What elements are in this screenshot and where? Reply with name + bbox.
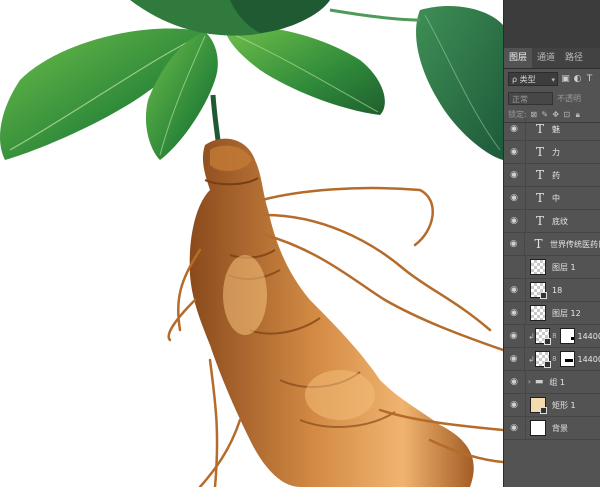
adjustment-filter-icon[interactable]: ◐ [573,74,582,84]
layer-name: 矩形 1 [552,400,576,410]
layer-name: 药 [552,170,560,180]
layer-row[interactable]: ◉ T 底纹 [504,209,600,233]
eye-icon[interactable]: ◉ [509,400,519,410]
layer-row[interactable]: ◉ ↲ 8 14400 [504,347,600,371]
eye-icon[interactable]: ◉ [509,331,518,341]
layer-name: 图层 12 [552,308,581,318]
smart-object-badge-icon [544,361,552,368]
layer-name: 世界传统医药日 [549,239,600,249]
layer-row[interactable]: ◉ T 中 [504,186,600,210]
layer-name: 14400 [577,331,600,341]
ginseng-illustration [0,0,503,487]
tab-channels[interactable]: 通道 [532,48,560,68]
layer-row[interactable]: ◉ 背景 [504,416,600,440]
opacity-label: 不透明 [557,93,581,103]
layer-name: 中 [552,193,560,203]
clipping-arrow-icon: ↲ [528,331,535,341]
layer-row[interactable]: ◉ T 魅 [504,117,600,141]
link-icon[interactable]: 8 [552,332,556,340]
shape-badge-icon [540,407,547,414]
link-icon[interactable]: 8 [552,355,556,363]
chevron-down-icon: ▾ [551,76,555,84]
layers-panel: 图层 通道 路径 ρ 类型 ▾ ▣ ◐ T 正常 不透明 锁定: ⊠ ✎ ✥ ⊡… [503,0,600,487]
eye-hidden-icon[interactable]: ◉ [509,262,519,272]
layer-name: 14400 [577,354,600,364]
layer-row[interactable]: ◉ 矩形 1 [504,393,600,417]
eye-icon[interactable]: ◉ [509,377,519,387]
filter-label: ρ 类型 [512,75,536,84]
layer-name: 背景 [552,423,568,433]
eye-icon[interactable]: ◉ [509,193,519,203]
layer-name: 组 1 [549,377,565,387]
smart-object-badge-icon [540,292,547,299]
layer-row[interactable]: ◉ 图层 1 [504,255,600,279]
layer-mask-thumbnail[interactable] [559,328,575,344]
text-layer-icon: T [535,191,544,205]
blend-mode-select[interactable]: 正常 [508,91,553,105]
leaf-cluster [0,0,503,161]
layer-filter-row: ρ 类型 ▾ ▣ ◐ T [504,69,600,89]
layer-row[interactable]: ◉ 18 [504,278,600,302]
ginseng-root [189,138,474,487]
text-filter-icon[interactable]: T [585,74,594,84]
layer-thumbnail [530,397,547,414]
chevron-right-icon[interactable]: › [528,378,531,386]
layer-name: 图层 1 [552,262,576,272]
layer-mask-thumbnail[interactable] [559,351,575,367]
layer-thumbnail [530,305,546,321]
layer-thumbnail [535,328,552,345]
eye-icon[interactable]: ◉ [509,239,518,249]
layer-name: 魅 [552,124,560,134]
blend-row: 正常 不透明 [504,89,600,107]
layer-row[interactable]: ◉ T 药 [504,163,600,187]
text-layer-icon: T [535,168,544,182]
clipping-arrow-icon: ↲ [528,354,535,364]
layer-row[interactable]: ◉ ↲ 8 14400 [504,324,600,348]
layer-name: 力 [552,147,560,157]
layer-row[interactable]: ◉ T 力 [504,140,600,164]
text-layer-icon: T [534,237,543,251]
eye-icon[interactable]: ◉ [509,308,519,318]
panel-top-area [504,0,600,48]
eye-icon[interactable]: ◉ [509,170,519,180]
layer-name: 底纹 [552,216,568,226]
layer-name: 18 [552,285,563,295]
tab-layers[interactable]: 图层 [504,48,533,68]
eye-icon[interactable]: ◉ [509,124,519,134]
text-layer-icon: T [535,122,544,136]
eye-icon[interactable]: ◉ [509,285,519,295]
eye-icon[interactable]: ◉ [509,147,519,157]
layer-filter-select[interactable]: ρ 类型 ▾ [508,72,558,86]
eye-icon[interactable]: ◉ [509,216,519,226]
layer-thumbnail [535,351,552,368]
smart-object-thumbnail [530,282,547,299]
layer-row[interactable]: ◉ T 世界传统医药日 [504,232,600,256]
layer-list: ◉ T 魅 ◉ T 力 ◉ T 药 ◉ T 中 ◉ T 底纹 ◉ T 世界传统医… [504,117,600,440]
folder-icon: ▬ [534,377,544,387]
layer-row[interactable]: ◉ › ▬ 组 1 [504,370,600,394]
layer-thumbnail [530,259,546,275]
pixel-filter-icon[interactable]: ▣ [561,74,570,84]
layer-thumbnail [530,420,546,436]
eye-icon[interactable]: ◉ [509,423,519,433]
text-layer-icon: T [535,145,544,159]
layer-row[interactable]: ◉ 图层 12 [504,301,600,325]
panel-tabs: 图层 通道 路径 [504,48,600,69]
stem [210,94,221,141]
canvas-artwork[interactable] [0,0,503,487]
tab-paths[interactable]: 路径 [560,48,588,68]
eye-icon[interactable]: ◉ [509,354,518,364]
text-layer-icon: T [535,214,544,228]
smart-object-badge-icon [544,338,552,345]
